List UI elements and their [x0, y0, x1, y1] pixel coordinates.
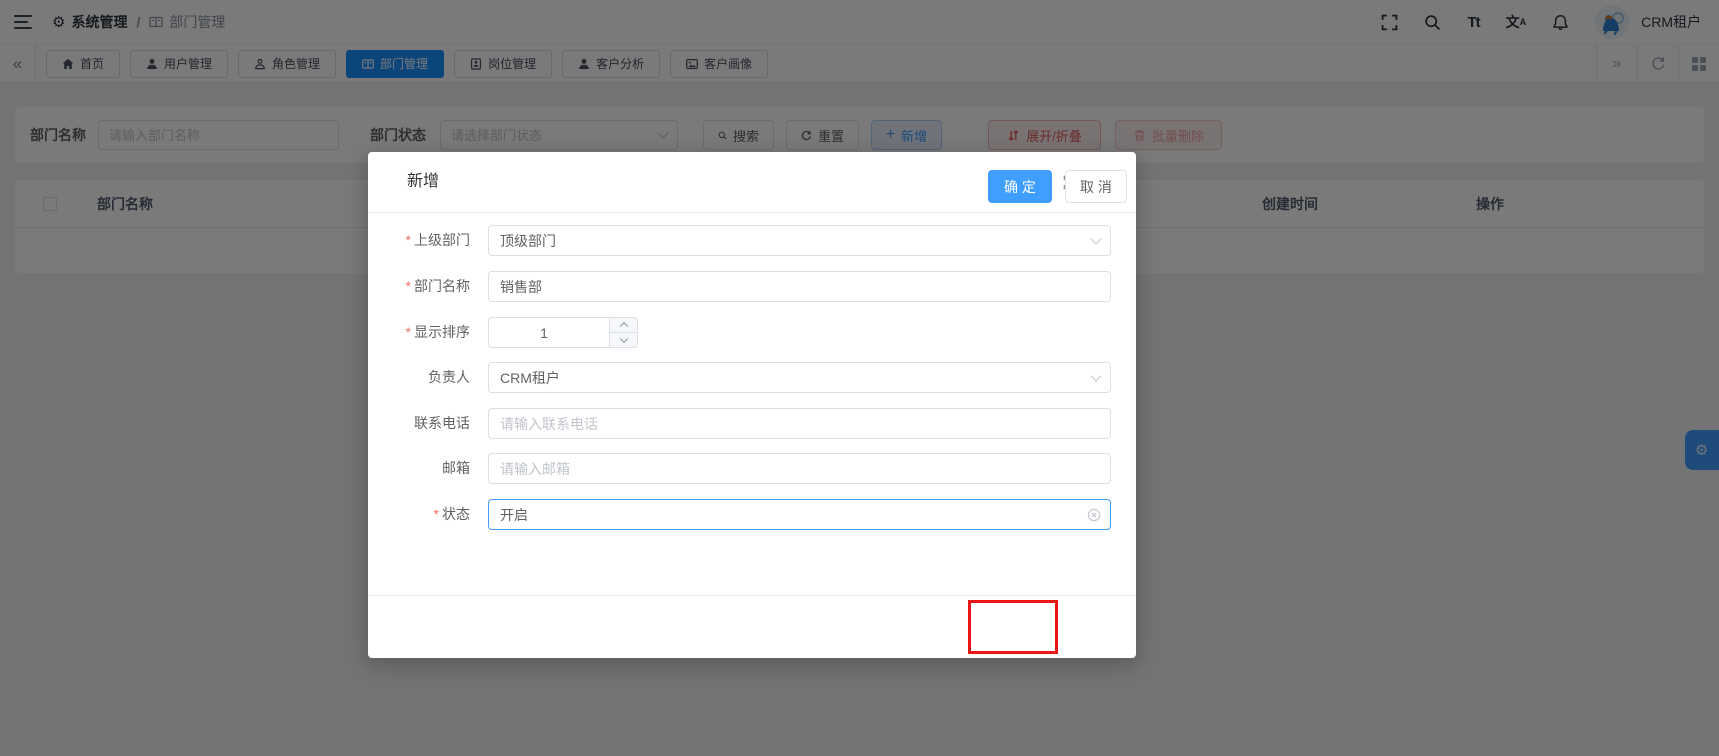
display-order-input[interactable]: [489, 324, 599, 341]
parent-dept-value: 顶级部门: [500, 232, 556, 249]
display-order-number-input: [488, 317, 638, 348]
number-stepper: [609, 318, 637, 347]
confirm-button[interactable]: 确 定: [988, 170, 1052, 203]
email-input-wrap: [488, 453, 1111, 484]
leader-select[interactable]: CRM租户: [488, 362, 1111, 393]
dept-name-input-wrap: [488, 271, 1111, 302]
field-label: 负责人: [428, 369, 470, 385]
chevron-down-icon: [1090, 369, 1102, 382]
required-mark: *: [405, 232, 411, 248]
field-label: 联系电话: [414, 415, 470, 431]
chevron-down-icon: [1090, 232, 1102, 245]
phone-input-wrap: [488, 408, 1111, 439]
stepper-down-icon[interactable]: [610, 333, 637, 347]
required-mark: *: [405, 278, 411, 294]
field-label: * 上级部门: [405, 232, 470, 248]
form-row-parent-dept: * 上级部门 顶级部门: [368, 225, 1136, 256]
form-row-display-order: * 显示排序: [368, 317, 1136, 348]
phone-input[interactable]: [500, 415, 1099, 432]
form-row-status: * 状态 开启: [368, 499, 1136, 530]
status-select[interactable]: 开启: [488, 499, 1111, 530]
stepper-up-icon[interactable]: [610, 318, 637, 333]
cancel-button[interactable]: 取 消: [1065, 170, 1127, 203]
required-mark: *: [405, 324, 411, 340]
parent-dept-select[interactable]: 顶级部门: [488, 225, 1111, 256]
add-dept-dialog: 新增 *上级部门 顶级部门 *部门名称 *显示排序: [368, 152, 1136, 658]
required-mark: *: [433, 506, 439, 522]
field-label: * 显示排序: [405, 324, 470, 340]
form-row-dept-name: * 部门名称: [368, 271, 1136, 302]
clear-circle-icon[interactable]: [1087, 508, 1101, 522]
leader-value: CRM租户: [500, 369, 560, 386]
dialog-footer: [368, 595, 1136, 658]
form-row-leader: 负责人 CRM租户: [368, 362, 1136, 393]
field-label: * 状态: [433, 506, 470, 522]
field-label: * 部门名称: [405, 278, 470, 294]
form-row-email: 邮箱: [368, 453, 1136, 484]
field-label: 邮箱: [442, 460, 470, 476]
dept-name-input[interactable]: [500, 278, 1099, 295]
email-input[interactable]: [500, 460, 1099, 477]
dialog-title: 新增: [407, 173, 440, 190]
status-value: 开启: [500, 506, 528, 523]
form-row-phone: 联系电话: [368, 408, 1136, 439]
